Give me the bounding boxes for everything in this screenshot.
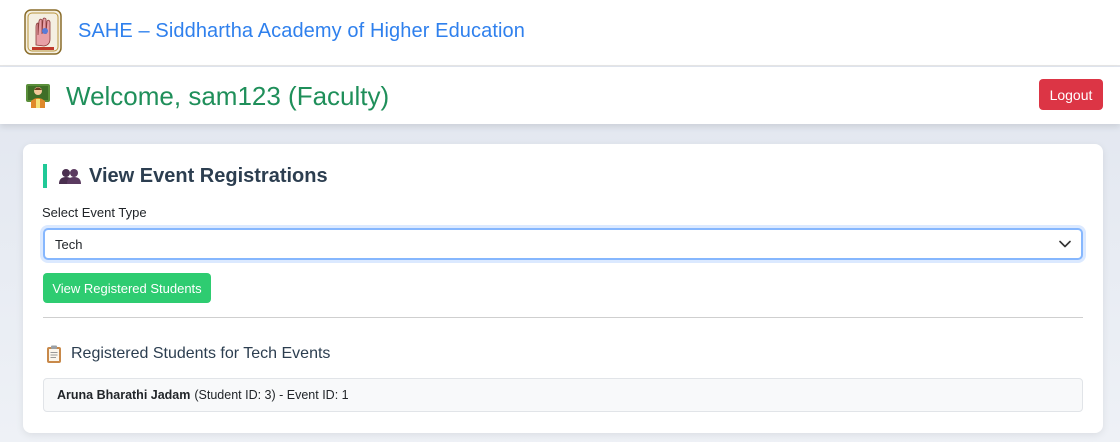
site-title: SAHE – Siddhartha Academy of Higher Educ…: [78, 20, 525, 42]
users-icon: [59, 169, 81, 184]
event-type-select[interactable]: Tech: [43, 228, 1083, 260]
welcome-bar: Welcome, sam123 (Faculty) Logout: [0, 67, 1120, 124]
clipboard-icon: [47, 345, 61, 363]
results-title: Registered Students for Tech Events: [71, 345, 331, 362]
welcome-heading: Welcome, sam123 (Faculty): [66, 81, 390, 111]
logout-button[interactable]: Logout: [1039, 79, 1103, 110]
card-heading: View Event Registrations: [43, 164, 328, 188]
list-item: Aruna Bharathi Jadam (Student ID: 3) - E…: [43, 378, 1083, 412]
top-navbar: SAHE – Siddhartha Academy of Higher Educ…: [0, 0, 1120, 66]
student-name: Aruna Bharathi Jadam: [57, 388, 191, 402]
event-type-selected-value: Tech: [55, 237, 83, 252]
divider: [43, 317, 1083, 318]
event-type-label: Select Event Type: [42, 205, 147, 220]
event-registrations-card: View Event Registrations Select Event Ty…: [23, 144, 1103, 433]
student-details: (Student ID: 3) - Event ID: 1: [194, 388, 349, 402]
sahe-logo-icon[interactable]: [24, 9, 62, 55]
chevron-down-icon: [1059, 240, 1071, 248]
card-title: View Event Registrations: [89, 164, 328, 187]
teacher-icon: [26, 84, 50, 108]
view-registered-students-button[interactable]: View Registered Students: [43, 273, 211, 303]
results-heading: Registered Students for Tech Events: [46, 345, 330, 363]
